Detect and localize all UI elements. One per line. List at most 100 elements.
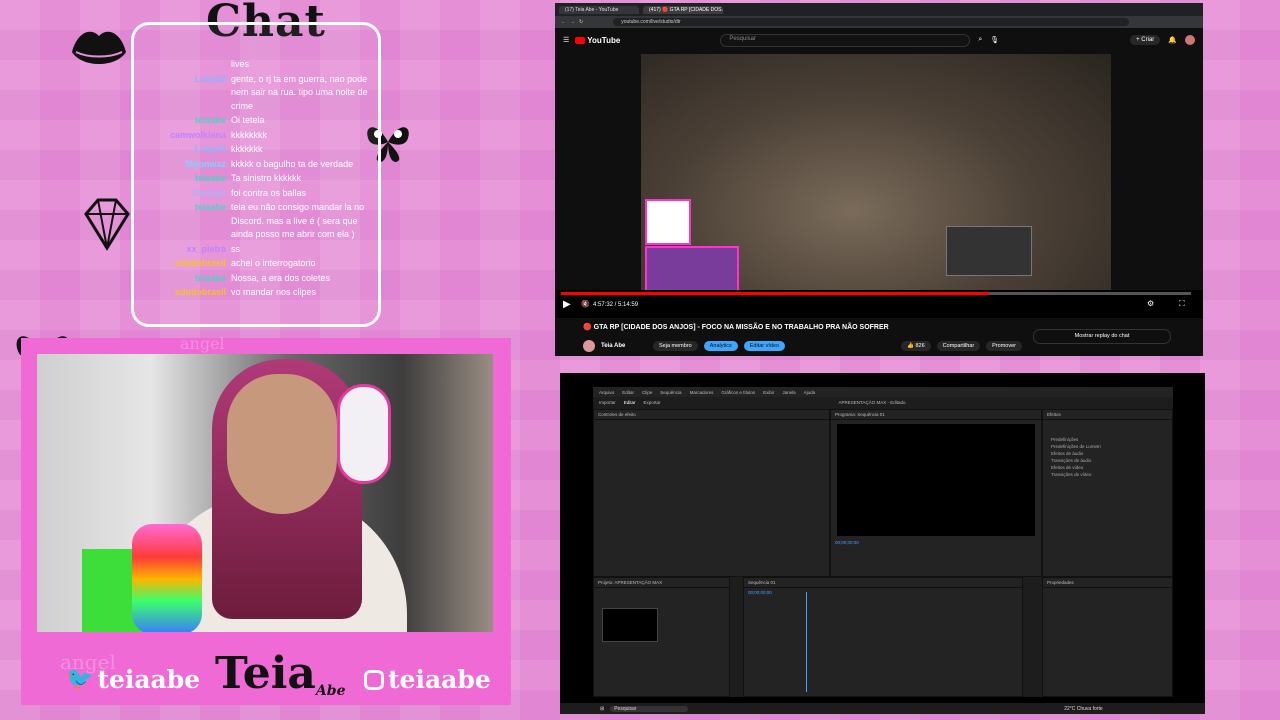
share-button[interactable]: Compartilhar <box>936 341 981 351</box>
video-time: 4:57:32 / 5:14:59 <box>593 302 639 308</box>
chat-message-list: lives Luby29 gente, o rj ta em guerra, nao… <box>134 58 374 301</box>
effects-folder[interactable]: Efeitos de áudio <box>1043 450 1172 457</box>
chat-username[interactable]: teiaabe <box>134 201 231 242</box>
chat-text: lives <box>231 59 250 69</box>
chat-username[interactable]: Luby29 <box>134 73 231 114</box>
effects-folder[interactable]: Transições de áudio <box>1043 457 1172 464</box>
tab-edit[interactable]: Editar <box>624 400 636 405</box>
create-button[interactable]: + Criar <box>1130 35 1161 45</box>
join-button[interactable]: Seja membro <box>653 341 698 351</box>
search-input[interactable]: Pesquisar <box>720 33 971 47</box>
menu-item[interactable]: Exibir <box>763 390 774 395</box>
analytics-button[interactable]: Analytics <box>703 341 738 351</box>
chat-text: Nossa, a era dos coletes <box>231 272 331 283</box>
program-timecode: 00;00;00;00 <box>835 540 859 545</box>
chat-username[interactable]: Carolyn <box>134 187 231 201</box>
effects-folder[interactable]: Transições de vídeo <box>1043 471 1172 478</box>
back-icon[interactable]: ← <box>561 19 566 25</box>
forward-icon[interactable]: → <box>570 19 575 25</box>
twitter-handle: 🐦 teiaabe <box>66 665 201 694</box>
menu-item[interactable]: Ajuda <box>804 390 816 395</box>
instagram-handle: teiaabe <box>364 665 491 694</box>
chat-username[interactable]: xx_pietra <box>134 243 231 257</box>
chat-message: teiaabe Nossa, a era dos coletes <box>134 272 374 286</box>
chat-username[interactable]: teiaabe <box>134 272 231 286</box>
premiere-app: Arquivo Editar Clipe Sequência Marcadores Grá… <box>593 387 1173 697</box>
chat-text: Ta sinistro kkkkkk <box>231 173 302 183</box>
menu-item[interactable]: Clipe <box>642 390 652 395</box>
play-icon[interactable]: ▶ <box>563 299 571 310</box>
project-title: APRESENTAÇÃO MAX - Editado <box>838 399 906 405</box>
twitter-icon: 🐦 <box>66 667 94 692</box>
menu-item[interactable]: Marcadores <box>690 390 714 395</box>
url-input[interactable]: youtube.com/live/studio/dtr <box>613 18 1130 26</box>
chat-text: teia eu não consigo mandar la no Discord… <box>231 202 365 239</box>
mic-icon[interactable]: 🎙 <box>990 36 999 44</box>
chat-text: kkkkkkkk <box>231 129 267 140</box>
channel-avatar[interactable] <box>583 340 595 352</box>
search-icon[interactable]: ⌕ <box>978 36 982 44</box>
video-title: 🔴 GTA RP [CIDADE DOS ANJOS] - FOCO NA MI… <box>583 324 889 331</box>
taskbar-search[interactable]: Pesquisar <box>610 705 689 712</box>
browser-tab[interactable]: (17) Teia Abe - YouTube <box>559 5 639 14</box>
menu-item[interactable]: Gráficos e títulos <box>721 390 755 395</box>
chat-username[interactable] <box>134 58 231 72</box>
streamer-face <box>227 374 337 514</box>
chat-text: achei o interrogatorio <box>231 258 316 268</box>
chat-text: vo mandar nos clipes <box>231 287 317 297</box>
timeline-timecode: 00;00;00;00 <box>748 590 772 595</box>
menu-item[interactable]: Editar <box>622 390 634 395</box>
settings-icon[interactable]: ⚙ <box>1147 299 1154 308</box>
chat-text: kkkkkkk <box>231 144 263 154</box>
youtube-logo[interactable]: YouTube <box>575 36 620 45</box>
menu-icon[interactable]: ☰ <box>563 36 569 44</box>
chat-username[interactable]: edudobrasil <box>134 286 231 300</box>
effects-folder[interactable]: Predefinições de Lumetri <box>1043 443 1172 450</box>
chat-text: ss <box>231 243 240 254</box>
menu-item[interactable]: Janela <box>782 390 795 395</box>
avatar[interactable] <box>1185 35 1195 45</box>
chat-message: xx_pietra ss <box>134 243 374 257</box>
video-player[interactable] <box>641 54 1111 316</box>
effects-folder[interactable]: Predefinições <box>1043 436 1172 443</box>
diamond-icon <box>82 196 132 257</box>
chat-username[interactable]: teiaabe <box>134 172 231 186</box>
edit-video-button[interactable]: Editar vídeo <box>743 341 786 351</box>
effect-controls-panel: Controles de efeito <box>593 409 830 577</box>
tab-export[interactable]: Exportar <box>644 400 661 405</box>
chat-username[interactable]: teiaabe <box>134 114 231 128</box>
video-progress-bar[interactable] <box>561 292 1191 295</box>
menu-item[interactable]: Arquivo <box>599 390 614 395</box>
notifications-icon[interactable]: 🔔 <box>1168 36 1177 44</box>
headphones-icon <box>337 384 391 484</box>
promote-button[interactable]: Promover <box>986 341 1022 351</box>
browser-tab-bar: (17) Teia Abe - YouTube (417) 🔴 GTA RP [… <box>555 3 1203 16</box>
playhead[interactable] <box>806 592 807 692</box>
project-panel: Projeto: APRESENTAÇÃO MAX <box>593 577 730 697</box>
address-bar: ← → ↻ youtube.com/live/studio/dtr <box>555 16 1203 28</box>
chat-username[interactable]: Moonwaz <box>134 158 231 172</box>
effects-folder[interactable]: Efeitos de vídeo <box>1043 464 1172 471</box>
show-chat-replay-button[interactable]: Mostrar replay do chat <box>1033 329 1171 344</box>
windows-start-icon[interactable]: ⊞ <box>600 706 604 712</box>
chat-message: teiaabe Oi teteia <box>134 114 374 128</box>
reload-icon[interactable]: ↻ <box>579 19 583 25</box>
clip-thumbnail[interactable] <box>602 608 658 642</box>
chat-message: Carolyn foi contra os ballas <box>134 187 374 201</box>
browser-tab-active[interactable]: (417) 🔴 GTA RP [CIDADE DOS ANJOS] <box>643 5 723 14</box>
chat-message: Luby29 gente, o rj ta em guerra, nao pode… <box>134 73 374 114</box>
chat-username[interactable]: edudobrasil <box>134 257 231 271</box>
channel-name[interactable]: Teia Abe <box>601 343 647 349</box>
chat-username[interactable]: Luby29 <box>134 143 231 157</box>
fullscreen-icon[interactable]: ⛶ <box>1179 299 1185 309</box>
weather-widget[interactable]: 22°C Chuva forte <box>1064 706 1102 712</box>
chat-message: edudobrasil vo mandar nos clipes <box>134 286 374 300</box>
volume-icon[interactable]: 🔇 <box>581 300 590 308</box>
tab-import[interactable]: Importar <box>599 400 616 405</box>
properties-panel: Propriedades <box>1042 577 1173 697</box>
like-button[interactable]: 👍 826 <box>901 341 931 351</box>
premiere-menubar: Arquivo Editar Clipe Sequência Marcadores Grá… <box>593 387 1173 397</box>
chat-username[interactable]: camwolkiana <box>134 129 231 143</box>
menu-item[interactable]: Sequência <box>660 390 681 395</box>
webcam-feed <box>37 354 493 632</box>
